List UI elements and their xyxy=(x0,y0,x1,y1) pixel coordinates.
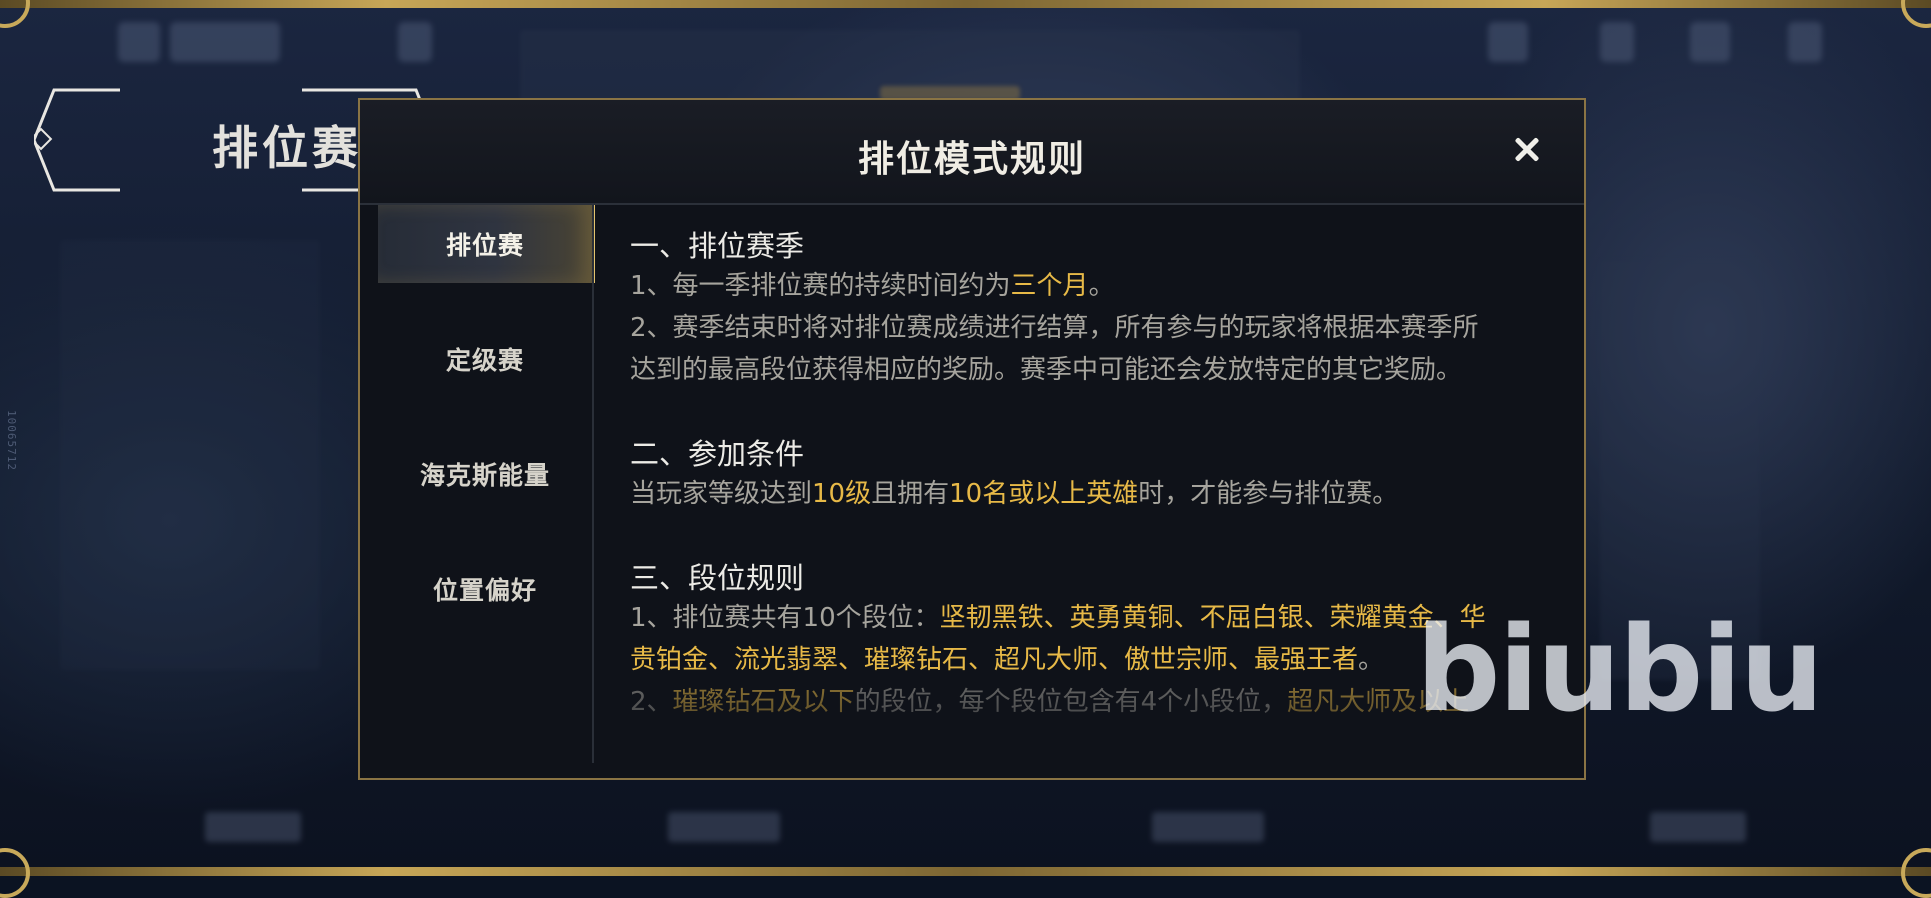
topbar-item-icon[interactable] xyxy=(1488,22,1528,62)
rule-line: 2、赛季结束时将对排位赛成绩进行结算，所有参与的玩家将根据本赛季所 xyxy=(630,313,1479,343)
bottom-tab-bar xyxy=(0,792,1931,864)
topbar-back-label xyxy=(170,22,280,62)
section-title-conditions: 二、参加条件 xyxy=(630,437,805,471)
back-icon[interactable] xyxy=(118,22,160,62)
home-icon[interactable] xyxy=(398,22,432,62)
topbar-wallet-icon[interactable] xyxy=(1690,22,1730,62)
highlight-text: 10名或以上英雄 xyxy=(949,479,1139,509)
highlight-text: 坚韧黑铁、英勇黄铜、不屈白银、荣耀黄金、华 xyxy=(939,603,1486,633)
tab-ranked[interactable]: 排位赛 xyxy=(378,205,595,283)
highlight-text: 10级 xyxy=(812,479,872,509)
rule-line: 1、每一季排位赛的持续时间约为三个月。 xyxy=(630,271,1115,301)
modal-header: 排位模式规则 xyxy=(360,100,1584,205)
bottom-tab-4[interactable] xyxy=(1650,812,1746,842)
topbar-settings-icon[interactable] xyxy=(1788,22,1822,62)
rules-content[interactable]: 一、排位赛季 1、每一季排位赛的持续时间约为三个月。 2、赛季结束时将对排位赛成… xyxy=(630,227,1550,767)
section-title-tiers: 三、段位规则 xyxy=(630,561,805,595)
highlight-text: 贵铂金、流光翡翠、璀璨钻石、超凡大师、傲世宗师、最强王者 xyxy=(630,645,1359,675)
tab-hextech-energy[interactable]: 海克斯能量 xyxy=(378,435,592,513)
rule-line: 2、璀璨钻石及以下的段位，每个段位包含有4个小段位，超凡大师及以上 xyxy=(630,687,1470,717)
mode-title: 排位赛 xyxy=(212,121,362,175)
rules-modal: 排位模式规则 排位赛 定级赛 海克斯能量 位置偏好 一、排位赛季 1、每一季排位… xyxy=(358,98,1586,780)
bottom-tab-1[interactable] xyxy=(205,812,301,842)
top-frame-border xyxy=(0,0,1931,8)
rule-line: 当玩家等级达到10级且拥有10名或以上英雄时，才能参与排位赛。 xyxy=(630,479,1399,509)
sidebar-divider xyxy=(592,205,594,763)
rules-tab-sidebar: 排位赛 定级赛 海克斯能量 位置偏好 xyxy=(378,205,595,763)
section-title-season: 一、排位赛季 xyxy=(630,229,805,263)
close-icon[interactable] xyxy=(1508,130,1548,170)
bottom-tab-3[interactable] xyxy=(1152,812,1264,842)
highlight-text: 璀璨钻石及以下 xyxy=(672,687,855,717)
bottom-frame-border xyxy=(0,867,1931,876)
rule-line: 达到的最高段位获得相应的奖励。赛季中可能还会发放特定的其它奖励。 xyxy=(630,355,1463,385)
topbar-currency-icon[interactable] xyxy=(1600,22,1634,62)
modal-title: 排位模式规则 xyxy=(857,139,1086,180)
watermark-text: biubiu xyxy=(1416,600,1824,738)
highlight-text: 三个月 xyxy=(1010,271,1089,301)
bottom-tab-2[interactable] xyxy=(668,812,780,842)
tab-position-preference[interactable]: 位置偏好 xyxy=(378,550,592,628)
tab-placement[interactable]: 定级赛 xyxy=(378,320,592,398)
side-id-text: 10065712 xyxy=(5,410,18,471)
rule-line: 贵铂金、流光翡翠、璀璨钻石、超凡大师、傲世宗师、最强王者。 xyxy=(630,645,1385,675)
rule-line: 1、排位赛共有10个段位：坚韧黑铁、英勇黄铜、不屈白银、荣耀黄金、华 xyxy=(630,603,1486,633)
